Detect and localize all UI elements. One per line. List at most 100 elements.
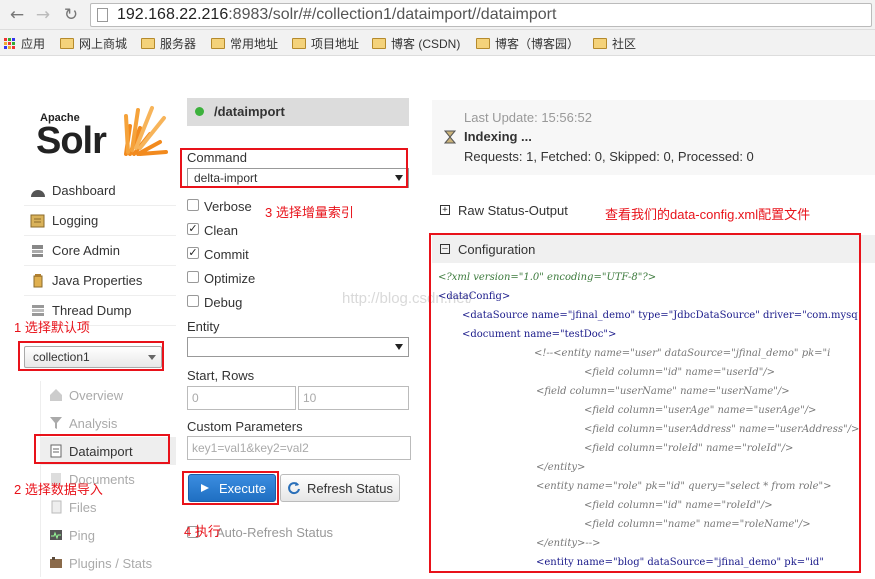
xml-line: <!--<entity name="user" dataSource="jfin… (534, 348, 831, 359)
folder-icon (476, 38, 490, 49)
core-admin-icon (32, 244, 43, 257)
refresh-status-button[interactable]: Refresh Status (280, 474, 400, 502)
execute-icon (201, 484, 209, 492)
plugins-icon (50, 557, 62, 568)
xml-line: </entity> (536, 462, 586, 473)
custom-params-label: Custom Parameters (187, 419, 303, 434)
apps-grid-icon (4, 38, 15, 49)
execute-button[interactable]: Execute (188, 474, 276, 502)
entity-label: Entity (187, 319, 220, 334)
core-item-plugins-stats[interactable]: Plugins / Stats (40, 549, 176, 577)
core-item-overview[interactable]: Overview (40, 381, 176, 409)
home-icon (50, 389, 62, 401)
chevron-down-icon (395, 344, 403, 350)
solr-logo[interactable]: Apache Solr (36, 96, 168, 162)
commit-checkbox[interactable]: ✓ (187, 247, 199, 259)
back-arrow-icon[interactable]: ← (6, 4, 28, 26)
folder-icon (372, 38, 386, 49)
dashboard-icon (31, 189, 45, 197)
xml-line: <entity name="blog" dataSource="jfinal_d… (536, 557, 824, 568)
browser-toolbar: ← → ↻ 192.168.22.216:8983/solr/#/collect… (0, 0, 875, 30)
raw-status-toggle[interactable]: + Raw Status-Output (432, 195, 568, 225)
forward-arrow-icon[interactable]: → (32, 4, 54, 26)
clean-checkbox[interactable]: ✓ (187, 223, 199, 235)
indexing-state: Indexing ... (464, 129, 532, 144)
logging-icon (30, 214, 45, 227)
collapse-minus-icon: – (440, 244, 450, 254)
bookmark-folder[interactable]: 社区 (593, 35, 636, 52)
xml-line: <field column="userName" name="userName"… (536, 386, 790, 397)
xml-line: <document name="testDoc"> (462, 329, 617, 340)
refresh-icon (288, 482, 300, 495)
bookmark-folder[interactable]: 服务器 (141, 35, 196, 52)
ping-icon (50, 530, 62, 540)
core-item-analysis[interactable]: Analysis (40, 409, 176, 437)
solr-sun-icon (124, 106, 168, 156)
xml-line: </entity>--> (536, 538, 601, 549)
import-status-panel: Last Update: 15:56:52 Indexing ... Reque… (432, 100, 875, 175)
annotation-step4: 4 执行 (184, 524, 221, 539)
dataimport-icon (50, 444, 62, 458)
bookmark-folder[interactable]: 网上商城 (60, 35, 127, 52)
xml-line: <field column="name" name="roleName"/> (584, 519, 811, 530)
menu-item-java-properties[interactable]: Java Properties (24, 266, 176, 296)
commit-label: Commit (204, 247, 249, 262)
main-menu: Dashboard Logging Core Admin Java Proper… (24, 176, 176, 326)
bookmark-folder[interactable]: 博客（博客园） (476, 35, 579, 52)
optimize-checkbox[interactable] (187, 271, 199, 283)
xml-line: <field column="userAge" name="userAge"/> (584, 405, 817, 416)
annotation-step2: 2 选择数据导入 (14, 482, 103, 497)
url-text: 192.168.22.216:8983/solr/#/collection1/d… (117, 6, 557, 23)
xml-line: <dataConfig> (438, 291, 511, 302)
chevron-down-icon (148, 355, 156, 360)
auto-refresh-label: Auto-Refresh Status (216, 525, 334, 540)
optimize-label: Optimize (204, 271, 256, 286)
xml-line: <field column="id" name="roleId"/> (584, 500, 773, 511)
xml-line: <?xml version="1.0" encoding="UTF-8"?> (438, 272, 657, 283)
last-update-text: Last Update: 15:56:52 (464, 110, 592, 125)
command-select[interactable]: delta-import (187, 168, 409, 188)
expand-plus-icon: + (440, 205, 450, 215)
start-input[interactable]: 0 (187, 386, 296, 410)
configuration-toggle[interactable]: – Configuration (432, 234, 535, 264)
xml-line: <entity name="role" pk="id" query="selec… (536, 481, 832, 492)
verbose-checkbox[interactable] (187, 199, 199, 211)
debug-label: Debug (204, 295, 243, 310)
core-item-dataimport[interactable]: Dataimport (40, 437, 176, 465)
folder-icon (141, 38, 155, 49)
bookmark-apps[interactable]: 应用 (4, 35, 45, 52)
debug-checkbox[interactable] (187, 295, 199, 307)
custom-params-input[interactable]: key1=val1&key2=val2 (187, 436, 411, 460)
verbose-label: Verbose (204, 199, 252, 214)
annotation-step1: 1 选择默认项 (14, 320, 90, 335)
xml-line: <field column="id" name="userId"/> (584, 367, 776, 378)
command-label: Command (187, 150, 247, 165)
menu-item-dashboard[interactable]: Dashboard (24, 176, 176, 206)
annotation-step3: 3 选择增量索引 (265, 205, 354, 220)
reload-icon[interactable]: ↻ (60, 4, 82, 26)
chevron-down-icon (395, 175, 403, 181)
hourglass-icon (444, 130, 456, 144)
bookmark-folder[interactable]: 博客 (CSDN) (372, 35, 460, 52)
bookmarks-bar: 应用 网上商城 服务器 常用地址 项目地址 博客 (CSDN) 博客（博客园） … (0, 30, 875, 56)
xml-line: <field column="roleId" name="roleId"/> (584, 443, 794, 454)
bookmark-folder[interactable]: 项目地址 (292, 35, 359, 52)
rows-input[interactable]: 10 (298, 386, 409, 410)
annotation-config: 查看我们的data-config.xml配置文件 (605, 207, 811, 222)
bookmark-folder[interactable]: 常用地址 (211, 35, 278, 52)
start-rows-label: Start, Rows (187, 368, 255, 383)
page-icon (97, 8, 108, 22)
filter-icon (50, 417, 62, 429)
address-bar[interactable]: 192.168.22.216:8983/solr/#/collection1/d… (90, 3, 872, 27)
menu-item-core-admin[interactable]: Core Admin (24, 236, 176, 266)
status-dot-icon (195, 107, 204, 116)
config-xml: <?xml version="1.0" encoding="UTF-8"?> <… (438, 272, 874, 572)
entity-select[interactable] (187, 337, 409, 357)
menu-item-logging[interactable]: Logging (24, 206, 176, 236)
files-icon (51, 500, 62, 514)
folder-icon (593, 38, 607, 49)
core-item-ping[interactable]: Ping (40, 521, 176, 549)
xml-line: <dataSource name="jfinal_demo" type="Jdb… (462, 310, 858, 321)
core-selector[interactable]: collection1 (24, 346, 162, 368)
dataimport-header: /dataimport (187, 98, 409, 126)
